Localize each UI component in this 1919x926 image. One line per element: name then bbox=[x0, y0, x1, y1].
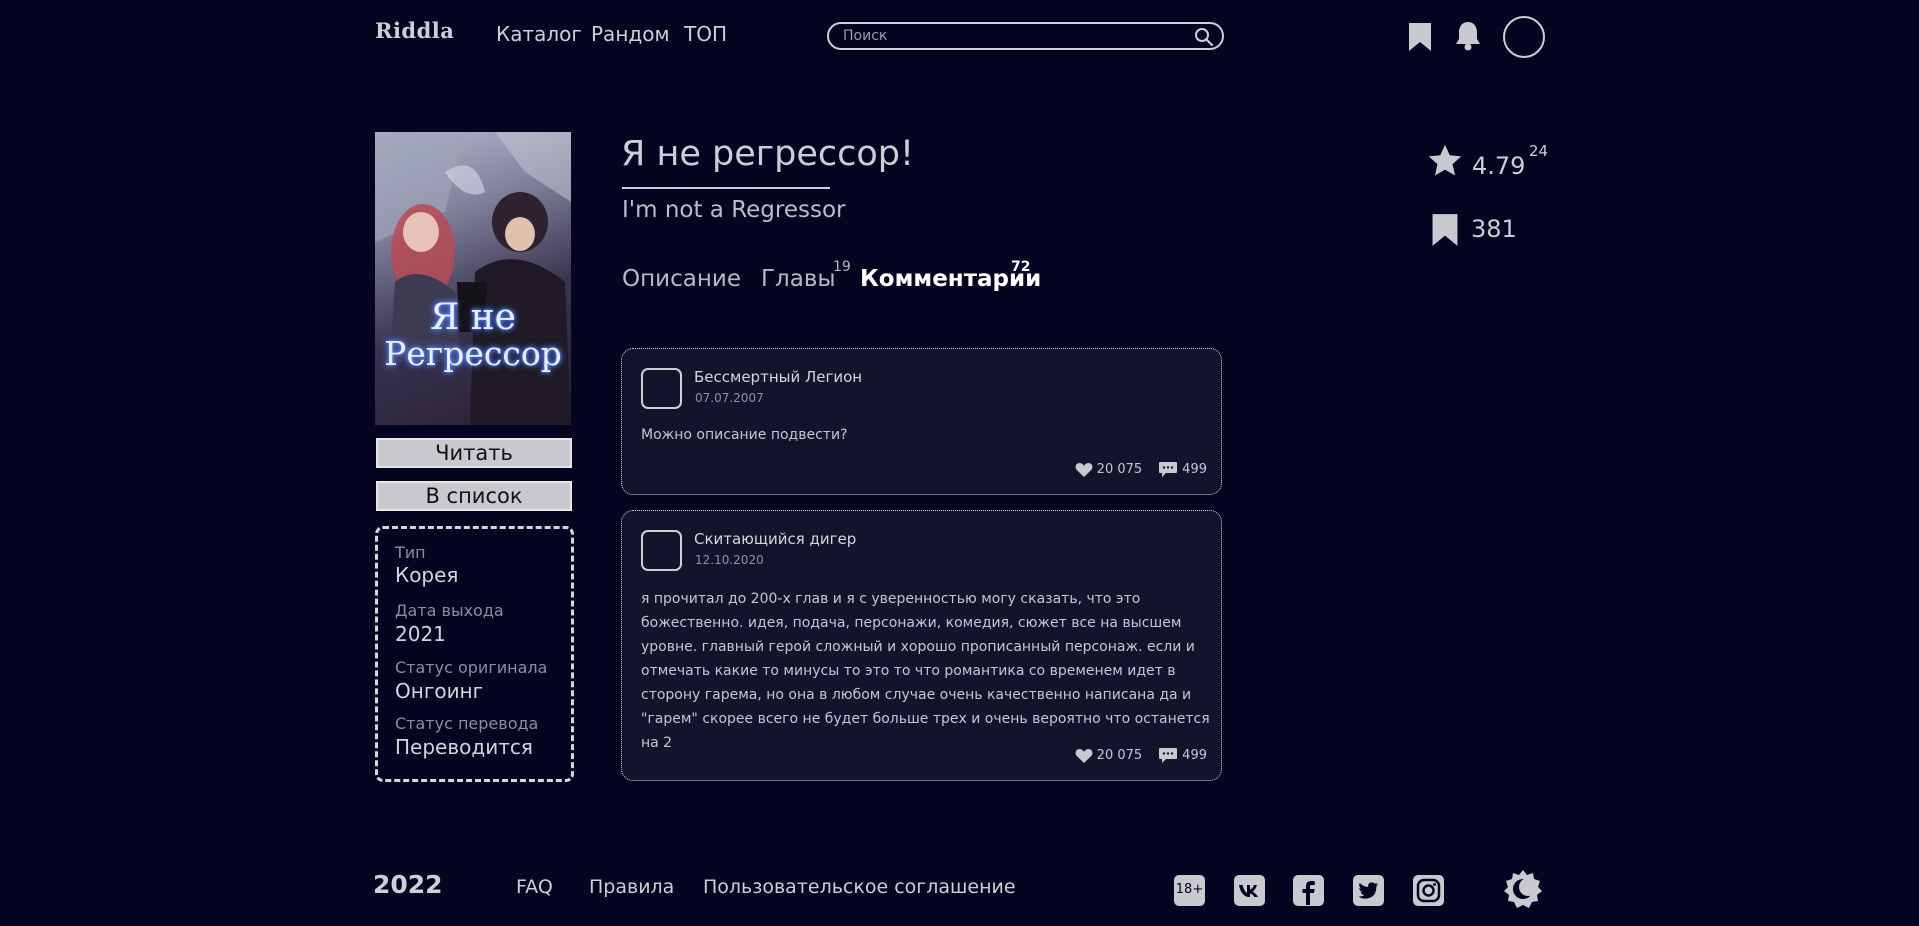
bell-icon[interactable] bbox=[1454, 20, 1482, 51]
vk-icon[interactable] bbox=[1233, 874, 1266, 907]
cover-title-line2: Регрессор bbox=[384, 334, 562, 373]
footer-rules-link[interactable]: Правила bbox=[589, 876, 674, 898]
cover-image: Я не Регрессор bbox=[375, 132, 571, 425]
add-to-list-button[interactable]: В список bbox=[376, 481, 572, 511]
page-subtitle: I'm not a Regressor bbox=[622, 197, 846, 223]
tab-description[interactable]: Описание bbox=[622, 266, 741, 292]
instagram-icon[interactable] bbox=[1412, 874, 1445, 907]
info-type-value: Корея bbox=[395, 563, 459, 587]
comment-avatar[interactable] bbox=[641, 368, 682, 409]
footer-agreement-link[interactable]: Пользовательское соглашение bbox=[703, 876, 1016, 898]
comment-footer: 20 075 499 bbox=[1075, 747, 1207, 764]
tab-comments-count: 72 bbox=[1011, 259, 1031, 275]
comment-likes: 20 075 bbox=[1096, 462, 1143, 477]
comment-likes: 20 075 bbox=[1096, 748, 1143, 763]
comment-date: 07.07.2007 bbox=[695, 391, 764, 405]
star-icon[interactable] bbox=[1427, 144, 1463, 178]
cover-title-line1: Я не bbox=[430, 297, 516, 338]
info-translation-status-label: Статус перевода bbox=[395, 714, 539, 733]
search-input[interactable] bbox=[841, 26, 1181, 46]
heart-icon[interactable] bbox=[1075, 748, 1093, 764]
info-original-status-label: Статус оригинала bbox=[395, 658, 548, 677]
bookmark-stat-icon[interactable] bbox=[1431, 213, 1459, 247]
comment-replies: 499 bbox=[1182, 748, 1207, 763]
nav-catalog[interactable]: Каталог bbox=[496, 22, 582, 46]
reply-icon[interactable] bbox=[1158, 461, 1178, 478]
info-release-value: 2021 bbox=[395, 622, 446, 646]
info-release-label: Дата выхода bbox=[395, 601, 504, 620]
rating-votes: 24 bbox=[1529, 142, 1549, 160]
rating-value: 4.79 bbox=[1472, 152, 1526, 180]
twitter-icon[interactable] bbox=[1352, 874, 1385, 907]
footer-year: 2022 bbox=[373, 870, 443, 899]
comment-author[interactable]: Скитающийся дигер bbox=[694, 530, 856, 548]
comment-text: я прочитал до 200-х глав и я с увереннос… bbox=[641, 591, 1210, 751]
comment-author[interactable]: Бессмертный Легион bbox=[694, 368, 862, 386]
comment-card: Бессмертный Легион 07.07.2007 Можно опис… bbox=[621, 348, 1222, 495]
site-logo[interactable]: Riddla bbox=[375, 18, 454, 43]
age-rating-text: 18+ bbox=[1175, 882, 1204, 897]
bookmark-icon[interactable] bbox=[1408, 22, 1432, 52]
facebook-icon[interactable] bbox=[1292, 874, 1325, 907]
comment-text: Можно описание подвести? bbox=[641, 427, 848, 443]
heart-icon[interactable] bbox=[1075, 462, 1093, 478]
user-avatar[interactable] bbox=[1503, 16, 1545, 58]
nav-random[interactable]: Рандом bbox=[591, 22, 670, 46]
tab-chapters-count: 19 bbox=[833, 259, 851, 275]
info-original-status-value: Онгоинг bbox=[395, 679, 484, 703]
read-button[interactable]: Читать bbox=[376, 438, 572, 468]
reply-icon[interactable] bbox=[1158, 747, 1178, 764]
comment-date: 12.10.2020 bbox=[695, 553, 764, 567]
search-icon[interactable] bbox=[1194, 27, 1214, 47]
footer-faq-link[interactable]: FAQ bbox=[516, 876, 553, 898]
tab-chapters[interactable]: Главы bbox=[761, 266, 836, 292]
info-type-label: Тип bbox=[395, 543, 426, 562]
tab-chapters-label: Главы bbox=[761, 266, 836, 292]
comment-card: Скитающийся дигер 12.10.2020 я прочитал … bbox=[621, 510, 1222, 781]
nav-top[interactable]: ТОП bbox=[684, 22, 727, 46]
page-title: Я не регрессор! bbox=[621, 134, 915, 174]
comment-replies: 499 bbox=[1182, 462, 1207, 477]
info-translation-status-value: Переводится bbox=[395, 735, 533, 759]
comment-avatar[interactable] bbox=[641, 530, 682, 571]
tab-description-label: Описание bbox=[622, 266, 741, 292]
theme-toggle-icon[interactable] bbox=[1502, 868, 1544, 910]
comment-footer: 20 075 499 bbox=[1075, 461, 1207, 478]
info-panel: Тип Корея Дата выхода 2021 Статус оригин… bbox=[375, 526, 574, 782]
age-rating-badge: 18+ bbox=[1173, 874, 1206, 907]
search-bar bbox=[827, 22, 1224, 50]
title-underline bbox=[622, 187, 830, 189]
bookmarks-count: 381 bbox=[1471, 215, 1517, 243]
